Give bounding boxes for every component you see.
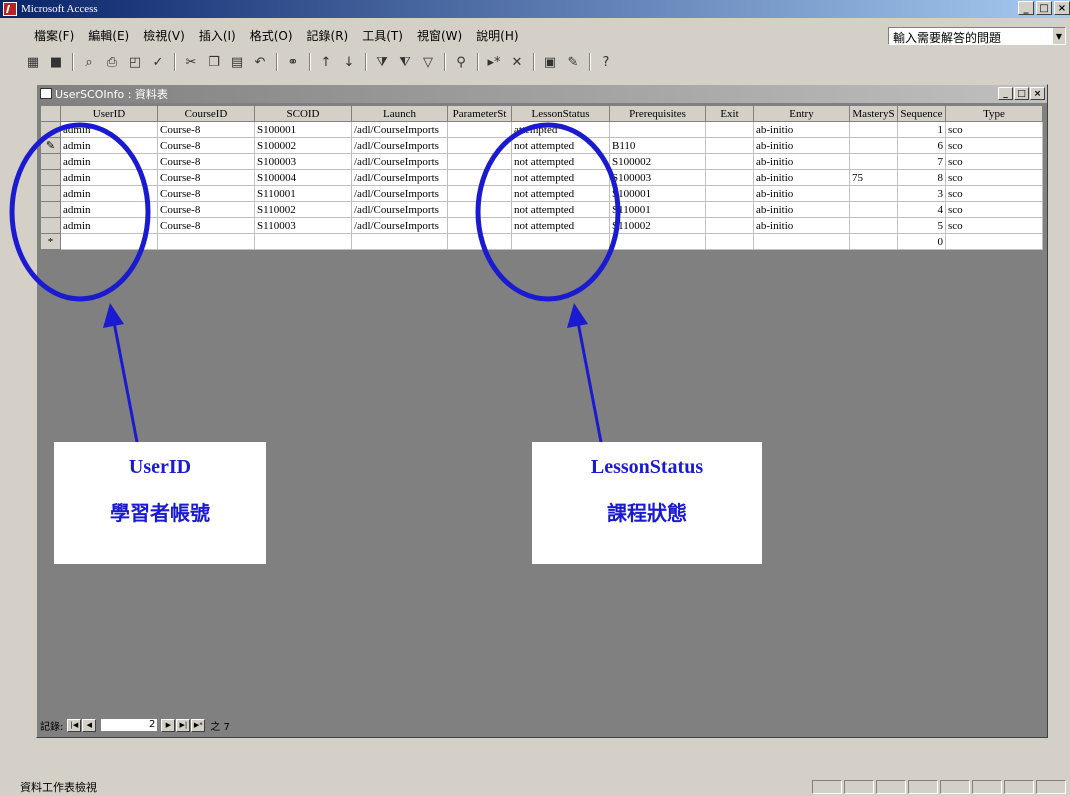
- userid-arrowhead: [103, 303, 124, 328]
- lessonstatus-callout-label: LessonStatus: [590, 456, 704, 478]
- lessonstatus-arrowhead: [567, 303, 588, 328]
- lessonstatus-arrow: [576, 321, 603, 443]
- userid-arrow: [112, 321, 139, 443]
- annotation-overlay: [9, 122, 621, 443]
- userid-callout-label: UserID: [128, 456, 192, 478]
- userid-callout: UserID 學習者帳號: [54, 442, 266, 564]
- lessonstatus-callout-chinese: 課程狀態: [607, 501, 687, 525]
- userid-highlight-ellipse: [9, 122, 151, 302]
- userid-callout-chinese: 學習者帳號: [110, 501, 210, 525]
- lessonstatus-highlight-ellipse: [475, 122, 621, 302]
- lessonstatus-callout: LessonStatus 課程狀態: [532, 442, 762, 564]
